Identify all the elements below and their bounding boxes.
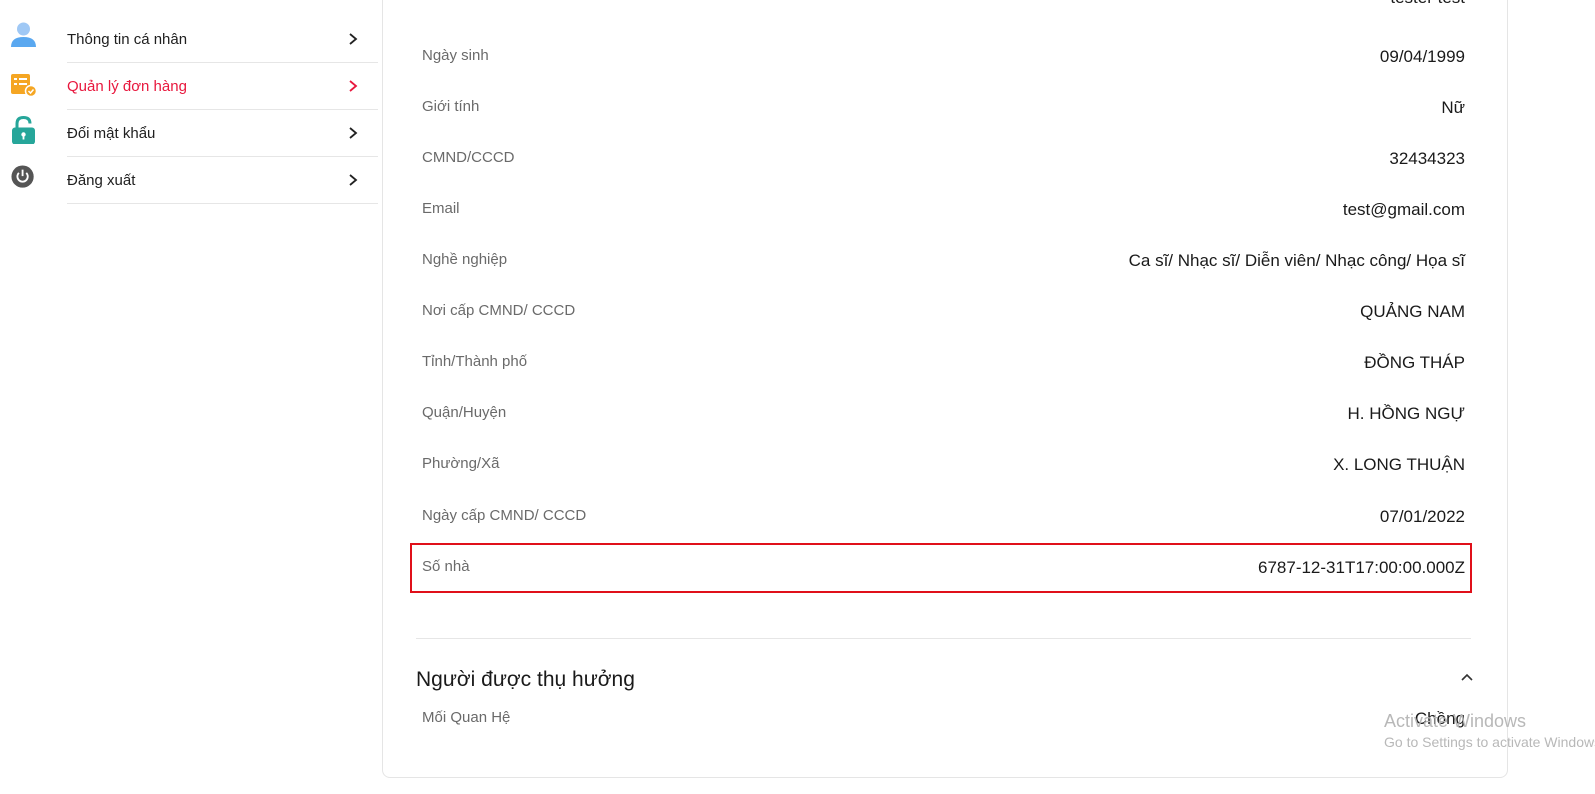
row-label: Giới tính xyxy=(422,98,480,115)
row-value: Nữ xyxy=(1441,98,1465,117)
row-label: Tỉnh/Thành phố xyxy=(422,353,528,370)
sidebar-item-label: Đổi mật khẩu xyxy=(67,125,156,142)
windows-activation-watermark-title: Activate Windows xyxy=(1384,711,1527,731)
info-row-relationship: Mối Quan Hệ Chồng xyxy=(422,703,1465,733)
row-value: 09/04/1999 xyxy=(1379,47,1465,66)
order-icon xyxy=(11,74,37,98)
info-row-district: Quận/Huyện H. HỒNG NGỰ xyxy=(422,398,1465,428)
chevron-right-icon xyxy=(349,127,358,139)
row-value: QUẢNG NAM xyxy=(1360,302,1465,321)
sidebar-item-logout[interactable]: Đăng xuất xyxy=(0,157,378,204)
row-label: Số nhà xyxy=(422,558,470,575)
row-label: Ngày sinh xyxy=(422,47,489,64)
chevron-right-icon xyxy=(349,80,358,92)
row-label: Phường/Xã xyxy=(422,455,500,472)
info-row-id-number: CMND/CCCD 32434323 xyxy=(422,143,1465,173)
info-row-occupation: Nghề nghiệp Ca sĩ/ Nhạc sĩ/ Diễn viên/ N… xyxy=(422,245,1465,275)
row-label: CMND/CCCD xyxy=(422,149,515,166)
row-label: Email xyxy=(422,200,460,217)
info-row-id-issue-place: Nơi cấp CMND/ CCCD QUẢNG NAM xyxy=(422,296,1465,326)
sidebar-item-personal-info[interactable]: Thông tin cá nhân xyxy=(0,16,378,63)
row-value: X. LONG THUẬN xyxy=(1333,455,1465,474)
sidebar-item-change-password[interactable]: Đổi mật khẩu xyxy=(0,110,378,157)
info-row-province: Tỉnh/Thành phố ĐỒNG THÁP xyxy=(422,347,1465,377)
row-value: 32434323 xyxy=(1389,149,1465,168)
sidebar-item-label: Quản lý đơn hàng xyxy=(67,78,187,95)
row-value: Ca sĩ/ Nhạc sĩ/ Diễn viên/ Nhạc công/ Họ… xyxy=(1128,251,1465,270)
row-value: 07/01/2022 xyxy=(1379,507,1465,526)
cut-off-value: tester test xyxy=(1390,0,1465,8)
info-row-ward: Phường/Xã X. LONG THUẬN xyxy=(422,449,1465,479)
user-icon xyxy=(11,22,36,47)
sidebar-item-label: Thông tin cá nhân xyxy=(67,31,188,48)
chevron-right-icon xyxy=(349,174,358,186)
chevron-up-icon[interactable] xyxy=(1459,670,1475,684)
power-icon xyxy=(11,165,34,188)
row-value: 6787-12-31T17:00:00.000Z xyxy=(1258,558,1465,577)
row-value: ĐỒNG THÁP xyxy=(1364,353,1465,372)
section-divider xyxy=(416,638,1471,639)
row-value: H. HỒNG NGỰ xyxy=(1347,404,1465,423)
sidebar-item-order-management[interactable]: Quản lý đơn hàng xyxy=(0,63,378,110)
windows-activation-watermark-text: Go to Settings to activate Windows. xyxy=(1384,734,1595,750)
row-label: Quận/Huyện xyxy=(422,404,507,421)
row-label: Ngày cấp CMND/ CCCD xyxy=(422,507,587,524)
chevron-right-icon xyxy=(349,33,358,45)
info-row-email: Email test@gmail.com xyxy=(422,194,1465,224)
row-label: Mối Quan Hệ xyxy=(422,709,511,726)
info-row-gender: Giới tính Nữ xyxy=(422,92,1465,122)
row-label: Nghề nghiệp xyxy=(422,251,508,268)
sidebar-item-label: Đăng xuất xyxy=(67,172,136,189)
lock-icon xyxy=(12,115,35,144)
row-label: Nơi cấp CMND/ CCCD xyxy=(422,302,576,319)
beneficiary-section-title[interactable]: Người được thụ hưởng xyxy=(416,668,635,692)
info-row-id-issue-date: Ngày cấp CMND/ CCCD 07/01/2022 xyxy=(422,501,1465,531)
info-row-birthdate: Ngày sinh 09/04/1999 xyxy=(422,41,1465,71)
info-row-house-number: Số nhà 6787-12-31T17:00:00.000Z xyxy=(422,552,1465,582)
row-value: test@gmail.com xyxy=(1342,200,1465,219)
sidebar-divider xyxy=(67,203,378,204)
